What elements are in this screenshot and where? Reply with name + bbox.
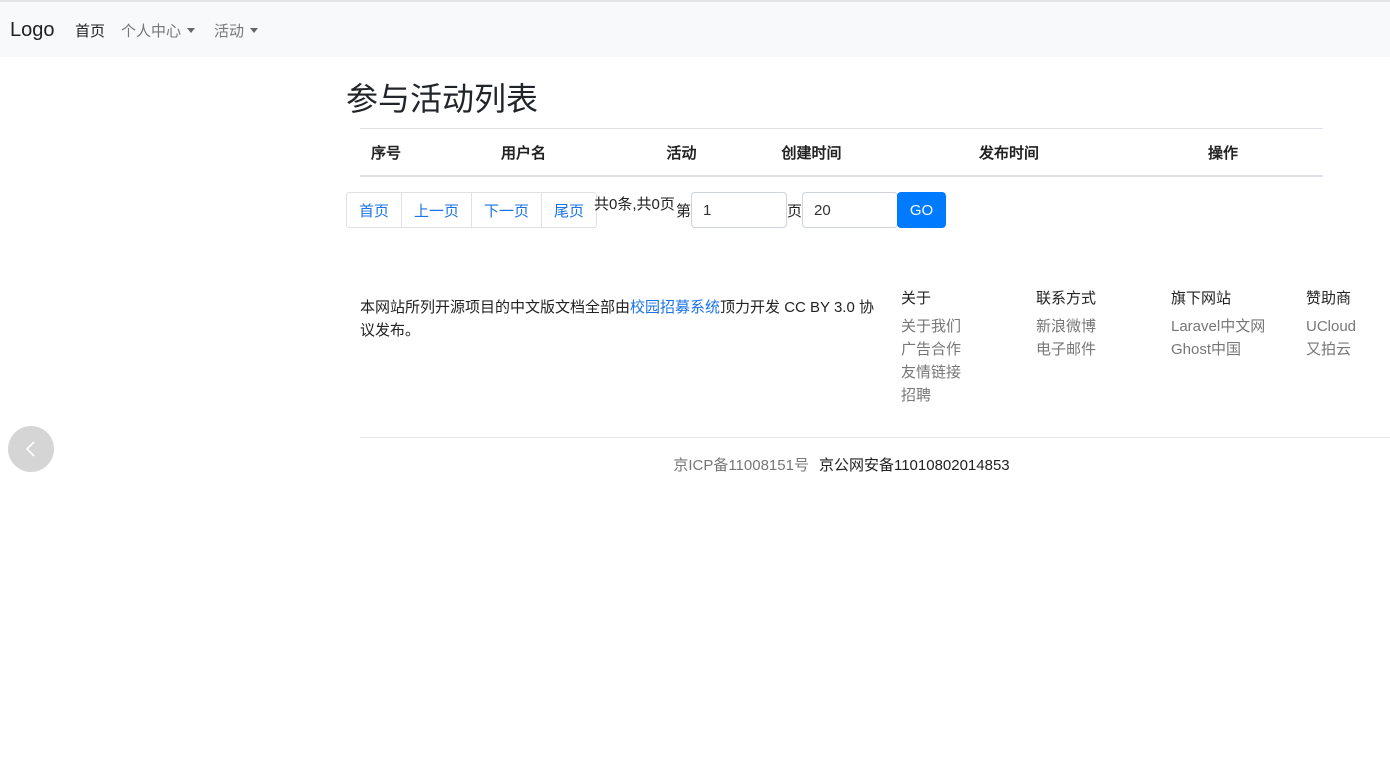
- footer-link-ghost[interactable]: Ghost中国: [1171, 338, 1265, 361]
- footer-link-laravel[interactable]: Laravel中文网: [1171, 315, 1265, 338]
- footer-bottom: 京ICP备11008151号 京公网安备11010802014853: [360, 454, 1323, 475]
- footer-link-about-us[interactable]: 关于我们: [901, 315, 961, 338]
- footer-link-email[interactable]: 电子邮件: [1036, 338, 1096, 361]
- pagination: 首页 上一页 下一页 尾页: [346, 192, 598, 228]
- footer-col-heading: 旗下网站: [1171, 290, 1232, 307]
- icp-record-link[interactable]: 京ICP备11008151号: [673, 457, 809, 474]
- footer-col-sites: 旗下网站 Laravel中文网 Ghost中国: [1171, 289, 1265, 361]
- footer-link-upyun[interactable]: 又拍云: [1306, 338, 1356, 361]
- last-page-button[interactable]: 尾页: [541, 193, 596, 227]
- footer-col-heading: 关于: [901, 290, 932, 307]
- go-button[interactable]: GO: [897, 192, 946, 228]
- nav-activity-label: 活动: [214, 23, 245, 40]
- prev-page-button[interactable]: 上一页: [401, 193, 471, 227]
- activity-table: 序号 用户名 活动 创建时间 发布时间 操作: [360, 128, 1323, 177]
- caret-down-icon: [187, 28, 196, 33]
- footer-col-contact: 联系方式 新浪微博 电子邮件: [1036, 289, 1096, 361]
- nav-personal-center-dropdown[interactable]: 个人中心: [121, 20, 196, 41]
- page-suffix-label: 页: [787, 203, 803, 220]
- col-header-actions: 操作: [1123, 128, 1323, 177]
- back-button[interactable]: [8, 426, 54, 472]
- col-header-published-time: 发布时间: [895, 128, 1123, 177]
- footer-link-friends[interactable]: 友情链接: [901, 361, 961, 384]
- nav-home[interactable]: 首页: [75, 20, 105, 41]
- footer-link-weibo[interactable]: 新浪微博: [1036, 315, 1096, 338]
- caret-down-icon: [250, 28, 259, 33]
- navbar: Logo 首页 个人中心 活动: [0, 0, 1390, 57]
- footer-description: 本网站所列开源项目的中文版文档全部由校园招募系统顶力开发 CC BY 3.0 协…: [360, 296, 880, 342]
- page-size-input[interactable]: [802, 192, 898, 228]
- page-title: 参与活动列表: [346, 81, 539, 117]
- chevron-left-icon: [25, 441, 35, 457]
- footer-link-jobs[interactable]: 招聘: [901, 384, 961, 407]
- col-header-index: 序号: [360, 128, 412, 177]
- col-header-created-time: 创建时间: [728, 128, 895, 177]
- col-header-activity: 活动: [635, 128, 728, 177]
- footer-col-heading: 联系方式: [1036, 290, 1097, 307]
- col-header-username: 用户名: [412, 128, 635, 177]
- table-header-row: 序号 用户名 活动 创建时间 发布时间 操作: [360, 128, 1323, 177]
- footer-col-sponsors: 赞助商 UCloud 又拍云: [1306, 289, 1356, 361]
- police-record-link[interactable]: 京公网安备11010802014853: [819, 457, 1010, 474]
- footer-col-about: 关于 关于我们 广告合作 友情链接 招聘: [901, 289, 961, 407]
- footer-divider: [360, 437, 1390, 438]
- nav-personal-center-label: 个人中心: [121, 23, 182, 40]
- next-page-button[interactable]: 下一页: [471, 193, 541, 227]
- nav-activity-dropdown[interactable]: 活动: [214, 20, 259, 41]
- footer-desc-text: 本网站所列开源项目的中文版文档全部由: [360, 299, 631, 316]
- page-prefix-label: 第: [676, 203, 692, 220]
- footer-link-ads[interactable]: 广告合作: [901, 338, 961, 361]
- brand-logo[interactable]: Logo: [10, 19, 55, 42]
- pagination-summary: 共0条,共0页: [594, 196, 675, 213]
- page-number-input[interactable]: [691, 192, 787, 228]
- footer-col-heading: 赞助商: [1306, 290, 1352, 307]
- footer-link-ucloud[interactable]: UCloud: [1306, 315, 1356, 338]
- first-page-button[interactable]: 首页: [347, 193, 401, 227]
- footer-desc-link[interactable]: 校园招募系统: [630, 299, 720, 316]
